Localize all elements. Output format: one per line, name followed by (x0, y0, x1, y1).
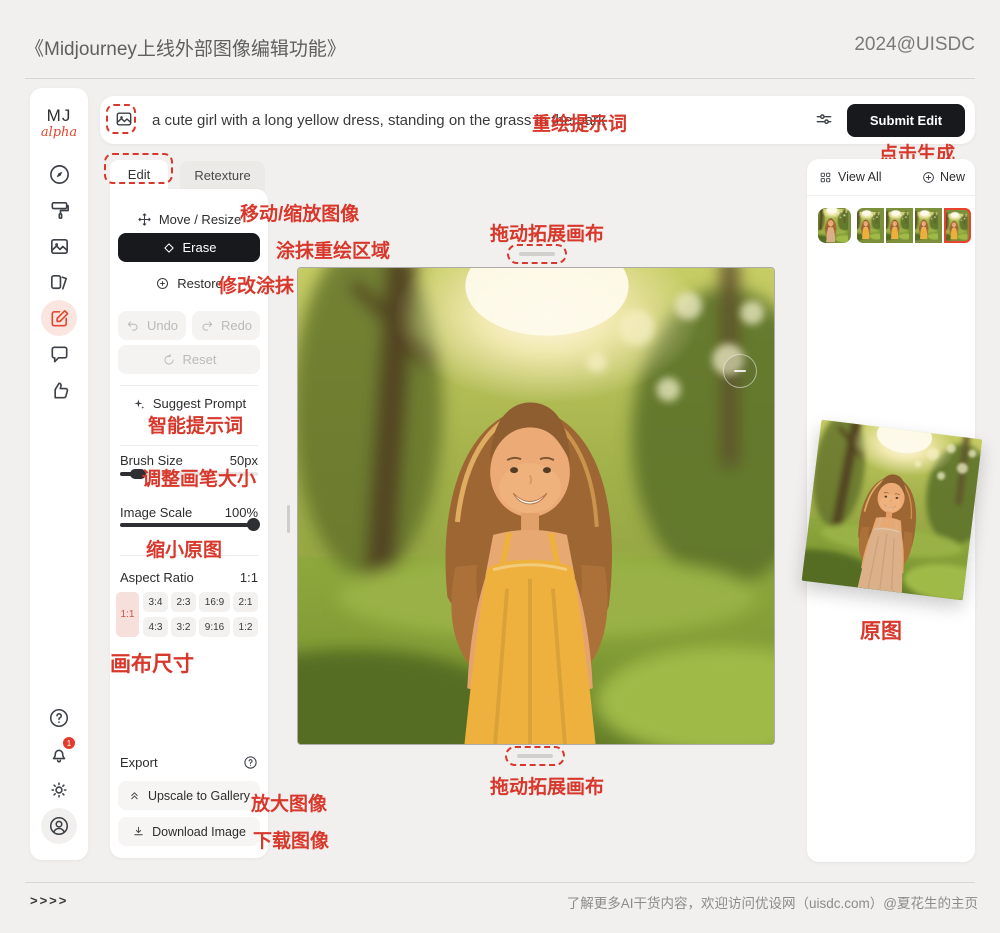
annotation-canvas-bottom: 拖动拓展画布 (490, 772, 604, 799)
theme-icon[interactable] (41, 772, 77, 808)
extend-canvas-bottom-box (505, 746, 565, 766)
undo-label: Undo (147, 318, 178, 333)
notifications-icon[interactable]: 1 (41, 736, 77, 772)
annotation-brush: 调整画笔大小 (142, 464, 256, 491)
thumbnail-variant[interactable] (857, 208, 884, 243)
download-label: Download Image (152, 825, 246, 839)
ratio-option[interactable]: 4:3 (143, 617, 168, 637)
annotation-upscale: 放大图像 (251, 789, 327, 816)
organize-icon[interactable] (41, 264, 77, 300)
new-label: New (940, 170, 965, 184)
footer-marker: >>>> (30, 893, 68, 908)
page-title: 《Midjourney上线外部图像编辑功能》 (25, 34, 346, 61)
drag-handle-bottom[interactable] (517, 754, 553, 758)
thumbnail-variant[interactable] (886, 208, 913, 243)
view-all-button[interactable]: View All (819, 170, 882, 184)
ratio-option[interactable]: 9:16 (199, 617, 230, 637)
chat-icon[interactable] (41, 336, 77, 372)
annotation-scale: 缩小原图 (146, 535, 222, 562)
notification-badge: 1 (63, 737, 75, 749)
reset-label: Reset (183, 352, 217, 367)
prompt-icon-annotation-box (106, 104, 136, 134)
move-resize-button[interactable]: Move / Resize (118, 205, 260, 234)
credit-text: 2024@UISDC (854, 34, 975, 56)
rate-icon[interactable] (41, 372, 77, 408)
edit-icon[interactable] (41, 300, 77, 336)
ratio-option[interactable]: 3:2 (171, 617, 196, 637)
ratio-option[interactable]: 16:9 (199, 592, 230, 612)
view-all-label: View All (838, 170, 882, 184)
tab-retexture[interactable]: Retexture (180, 161, 265, 190)
ratio-option[interactable]: 2:3 (171, 592, 196, 612)
image-scale-row: Image Scale 100% (120, 505, 258, 520)
export-label: Export (120, 755, 158, 770)
export-help-icon[interactable] (243, 755, 258, 770)
edit-canvas[interactable] (297, 267, 775, 745)
header-divider (25, 78, 975, 79)
annotation-prompt: 重绘提示词 (532, 109, 627, 136)
mj-logo: MJ (47, 106, 72, 126)
annotation-download: 下载图像 (253, 826, 329, 853)
brush-cursor (723, 354, 757, 388)
panel-divider (120, 445, 258, 446)
annotation-original: 原图 (860, 615, 902, 645)
annotation-suggest: 智能提示词 (148, 411, 243, 438)
erase-button[interactable]: Erase (118, 233, 260, 262)
submit-edit-button[interactable]: Submit Edit (847, 104, 965, 137)
restore-label: Restore (177, 276, 223, 291)
aspect-ratio-label: Aspect Ratio (120, 570, 194, 585)
panel-divider (807, 195, 975, 196)
prompt-input[interactable]: a cute girl with a long yellow dress, st… (152, 112, 807, 129)
original-image (802, 420, 983, 601)
create-icon[interactable] (41, 192, 77, 228)
help-icon[interactable] (41, 700, 77, 736)
gallery-icon[interactable] (41, 228, 77, 264)
undo-button[interactable]: Undo (118, 311, 186, 340)
explore-icon[interactable] (41, 156, 77, 192)
sidebar: MJ alpha 1 (30, 88, 88, 860)
panel-divider (120, 385, 258, 386)
alpha-label: alpha (41, 125, 77, 140)
thumbnail-variant[interactable] (915, 208, 942, 243)
erase-label: Erase (183, 240, 217, 255)
upscale-button[interactable]: Upscale to Gallery (118, 781, 260, 810)
annotation-restore: 修改涂抹 (218, 271, 294, 298)
suggest-prompt-label: Suggest Prompt (153, 396, 246, 411)
scale-slider-thumb[interactable] (247, 518, 260, 531)
footer-credit: 了解更多AI干货内容，欢迎访问优设网（uisdc.com）@夏花生的主页 (567, 892, 978, 912)
move-resize-label: Move / Resize (159, 212, 241, 227)
annotation-canvas-top: 拖动拓展画布 (490, 219, 604, 246)
extend-canvas-top-box (507, 244, 567, 264)
ratio-option[interactable]: 3:4 (143, 592, 168, 612)
image-scale-label: Image Scale (120, 505, 192, 520)
upscale-label: Upscale to Gallery (148, 789, 250, 803)
reset-button[interactable]: Reset (118, 345, 260, 374)
image-scale-slider[interactable] (120, 523, 258, 527)
redo-button[interactable]: Redo (192, 311, 260, 340)
account-icon[interactable] (41, 808, 77, 844)
annotation-move: 移动/缩放图像 (240, 199, 359, 226)
aspect-ratio-row: Aspect Ratio 1:1 (120, 570, 258, 585)
annotation-erase: 涂抹重绘区域 (276, 236, 390, 263)
download-button[interactable]: Download Image (118, 817, 260, 846)
ratio-option-1-1-selected[interactable]: 1:1 (116, 592, 139, 637)
ratio-option[interactable]: 1:2 (233, 617, 258, 637)
scrollbar[interactable] (287, 505, 290, 533)
thumbnail-selected[interactable] (944, 208, 971, 243)
plus-circle-icon (922, 171, 935, 184)
edit-tab-annotation-box (104, 153, 173, 184)
drag-handle-top[interactable] (519, 252, 555, 256)
ratio-option[interactable]: 2:1 (233, 592, 258, 612)
grid-icon (819, 171, 832, 184)
aspect-ratio-value: 1:1 (240, 570, 258, 585)
export-row: Export (120, 755, 258, 770)
settings-sliders-icon[interactable] (807, 103, 841, 137)
new-button[interactable]: New (922, 170, 965, 184)
thumbnail-original[interactable] (818, 208, 851, 243)
redo-label: Redo (221, 318, 252, 333)
footer-divider (25, 882, 975, 883)
annotation-ratio: 画布尺寸 (110, 648, 194, 678)
